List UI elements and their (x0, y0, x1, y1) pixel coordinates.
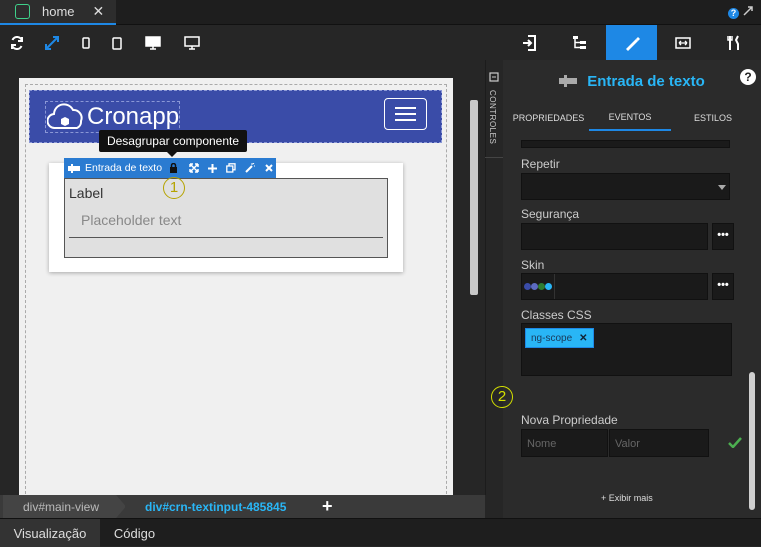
magic-wand-icon[interactable] (245, 163, 256, 173)
properties-list[interactable]: Repetir Segurança ••• Skin ••• Classes C… (513, 140, 748, 520)
input-underline (69, 237, 383, 238)
input-label: Label (69, 185, 104, 201)
remove-icon[interactable] (265, 164, 273, 172)
tablet-icon[interactable] (108, 34, 126, 52)
annotation-marker-1: 1 (163, 177, 185, 199)
tooltip-arrow (167, 152, 177, 157)
previous-field[interactable] (521, 140, 730, 148)
nova-propriedade-label: Nova Propriedade (521, 413, 618, 427)
breadcrumb-textinput[interactable]: div#crn-textinput-485845 (125, 495, 315, 518)
classes-css-field[interactable]: ng-scope ✕ (521, 323, 732, 376)
add-icon[interactable] (208, 163, 218, 173)
confirm-check-icon[interactable] (728, 437, 742, 448)
page-icon (15, 4, 30, 19)
class-tag-label: ng-scope (531, 332, 573, 344)
tooltip: Desagrupar componente (99, 130, 247, 152)
properties-panel: Entrada de texto ? PROPRIEDADES EVENTOS … (491, 25, 761, 520)
preview-toolbar (0, 25, 503, 60)
close-tab-icon[interactable]: ✕ (93, 3, 105, 20)
chevron-down-icon (718, 185, 726, 190)
annotation-marker-2: 2 (491, 386, 513, 408)
class-tag[interactable]: ng-scope ✕ (525, 328, 594, 348)
logo-text: Cronapp (87, 103, 180, 130)
tab-resize-icon[interactable] (657, 25, 708, 60)
tab-home-label: home (42, 4, 75, 19)
tab-login-icon[interactable] (503, 25, 554, 60)
skin-field[interactable] (521, 273, 708, 300)
component-type-icon (68, 163, 80, 173)
desktop-icon[interactable] (144, 34, 162, 52)
breadcrumb-add-button[interactable]: + (322, 496, 333, 517)
repetir-label: Repetir (521, 157, 560, 171)
component-name: Entrada de texto (85, 162, 163, 174)
skin-swatch (531, 283, 538, 290)
valor-input[interactable]: Valor (609, 429, 709, 457)
panel-title: Entrada de texto (503, 67, 761, 95)
controls-icon (489, 72, 499, 82)
expand-icon[interactable] (743, 6, 753, 16)
panel-tabs (503, 25, 761, 60)
panel-title-text: Entrada de texto (587, 72, 705, 90)
skin-swatch (538, 283, 545, 290)
canvas-scrollbar[interactable] (470, 100, 478, 295)
skin-swatch (545, 283, 552, 290)
subtab-eventos[interactable]: EVENTOS (589, 105, 671, 131)
tab-home[interactable]: home ✕ (0, 0, 116, 25)
mobile-portrait-icon[interactable] (77, 34, 95, 52)
component-toolbar: Entrada de texto (64, 158, 276, 178)
classes-css-label: Classes CSS (521, 308, 592, 322)
bottom-tabs: Visualização Código (0, 518, 761, 547)
lock-icon[interactable] (169, 163, 178, 173)
cloud-logo-icon (47, 101, 87, 131)
skin-label: Skin (521, 258, 545, 272)
tab-tools-icon[interactable] (708, 25, 759, 60)
monitor-icon[interactable] (183, 34, 201, 52)
tab-brush-icon[interactable] (606, 25, 657, 60)
tab-visualizacao[interactable]: Visualização (0, 519, 100, 547)
refresh-icon[interactable] (8, 34, 26, 52)
duplicate-icon[interactable] (226, 163, 236, 173)
input-placeholder[interactable]: Placeholder text (81, 212, 181, 228)
subtab-propriedades[interactable]: PROPRIEDADES (511, 105, 586, 131)
editor-tab-bar: home ✕ ? (0, 0, 761, 25)
nome-input[interactable]: Nome (521, 429, 608, 457)
subtab-estilos[interactable]: ESTILOS (675, 105, 751, 131)
skin-divider (554, 274, 555, 299)
seguranca-more-button[interactable]: ••• (712, 223, 734, 250)
tab-tree-icon[interactable] (554, 25, 605, 60)
show-more-link[interactable]: + Exibir mais (601, 493, 653, 503)
text-input-type-icon (559, 75, 578, 87)
controls-toggle[interactable]: CONTROLES (485, 68, 503, 158)
tab-codigo[interactable]: Código (100, 519, 169, 547)
resize-icon[interactable] (189, 163, 199, 173)
help-icon[interactable]: ? (740, 69, 756, 85)
help-icon[interactable]: ? (728, 8, 739, 19)
panel-subtabs: PROPRIEDADES EVENTOS ESTILOS (503, 105, 761, 131)
skin-swatch (524, 283, 531, 290)
skin-more-button[interactable]: ••• (712, 273, 734, 300)
panel-scrollbar[interactable] (749, 372, 755, 510)
menu-toggle-button[interactable] (384, 98, 427, 130)
seguranca-field[interactable] (521, 223, 708, 250)
seguranca-label: Segurança (521, 207, 580, 221)
controls-label: CONTROLES (488, 90, 497, 145)
repetir-select[interactable] (521, 173, 730, 200)
fullscreen-icon[interactable] (43, 34, 61, 52)
breadcrumb-main-view[interactable]: div#main-view (3, 495, 126, 518)
breadcrumb: div#main-view div#crn-textinput-485845 (0, 495, 485, 518)
tag-remove-icon[interactable]: ✕ (579, 333, 587, 344)
